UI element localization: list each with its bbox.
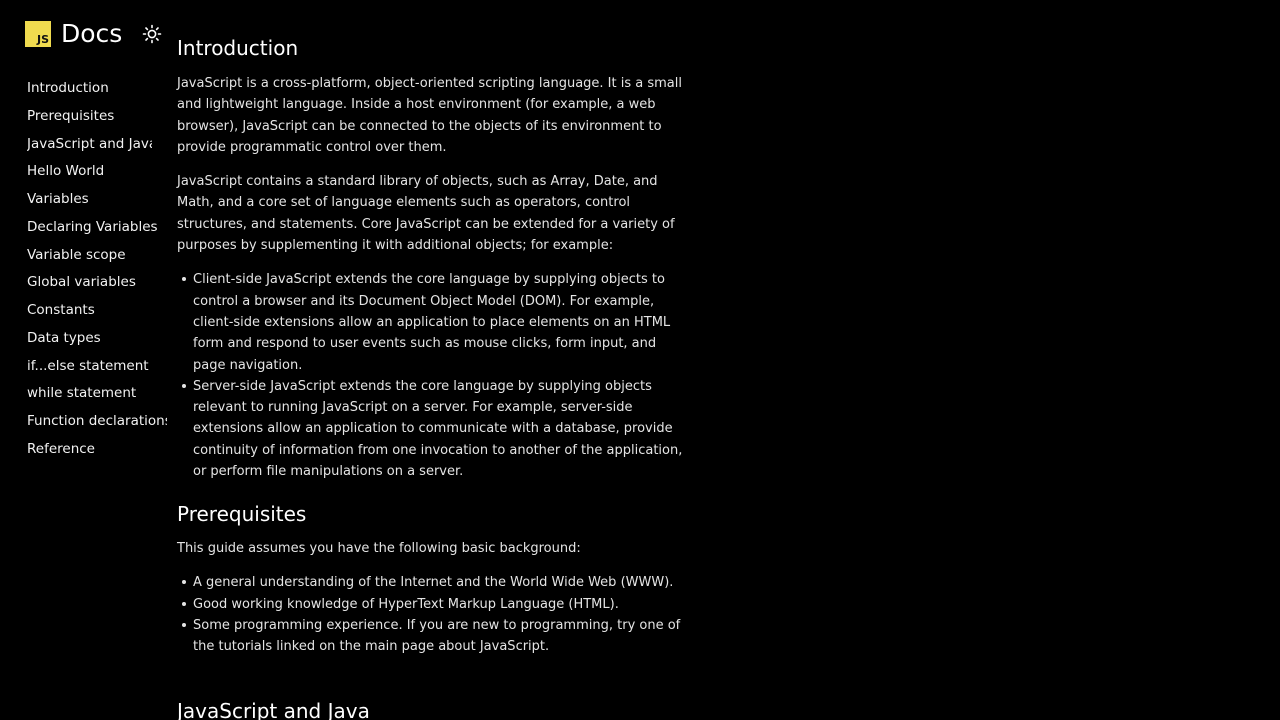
brand-title: Docs [61, 19, 123, 48]
sidebar-item-prerequisites[interactable]: Prerequisites [27, 106, 167, 134]
sidebar-item-data-types[interactable]: Data types [27, 328, 167, 356]
sidebar: JS Docs Introduction Prerequisites JavaS… [0, 0, 170, 720]
list-item: A general understanding of the Internet … [182, 572, 692, 593]
js-logo: JS [25, 21, 51, 47]
sidebar-item-variable-scope[interactable]: Variable scope [27, 245, 167, 273]
sun-icon [142, 24, 162, 44]
list-item: Server-side JavaScript extends the core … [182, 376, 692, 482]
theme-toggle-button[interactable] [142, 24, 162, 44]
paragraph: This guide assumes you have the followin… [177, 541, 581, 556]
paragraph: JavaScript contains a standard library o… [177, 174, 675, 254]
section-heading: Prerequisites [177, 502, 307, 526]
brand[interactable]: JS Docs [25, 20, 122, 48]
section-javascript-and-java: JavaScript and Java [177, 698, 692, 720]
list-item: Some programming experience. If you are … [182, 615, 692, 658]
list-item: Client-side JavaScript extends the core … [182, 269, 692, 375]
section-prerequisites: Prerequisites This guide assumes you hav… [177, 501, 692, 657]
sidebar-item-introduction[interactable]: Introduction [27, 78, 167, 106]
sidebar-item-global-variables[interactable]: Global variables [27, 272, 167, 300]
sidebar-item-reference[interactable]: Reference [27, 439, 167, 467]
paragraph: JavaScript is a cross-platform, object-o… [177, 76, 682, 155]
sidebar-item-if-else-statement[interactable]: if...else statement [27, 356, 167, 384]
sidebar-item-declaring-variables[interactable]: Declaring Variables [27, 217, 167, 245]
sidebar-nav: Introduction Prerequisites JavaScript an… [27, 78, 167, 467]
js-logo-text: JS [36, 33, 49, 46]
section-introduction: Introduction JavaScript is a cross-platf… [177, 35, 692, 482]
bullet-list: Client-side JavaScript extends the core … [177, 269, 692, 482]
list-item: Good working knowledge of HyperText Mark… [182, 594, 692, 615]
sidebar-item-hello-world[interactable]: Hello World [27, 161, 167, 189]
bullet-list: A general understanding of the Internet … [177, 572, 692, 657]
sidebar-item-javascript-and-java[interactable]: JavaScript and Java [27, 134, 152, 162]
section-heading: JavaScript and Java [177, 699, 370, 720]
sidebar-item-function-declarations[interactable]: Function declarations [27, 411, 167, 439]
sidebar-item-variables[interactable]: Variables [27, 189, 167, 217]
docs-app: JS Docs Introduction Prerequisites JavaS… [0, 0, 1280, 720]
sidebar-item-constants[interactable]: Constants [27, 300, 167, 328]
sidebar-item-while-statement[interactable]: while statement [27, 383, 167, 411]
section-heading: Introduction [177, 36, 299, 60]
